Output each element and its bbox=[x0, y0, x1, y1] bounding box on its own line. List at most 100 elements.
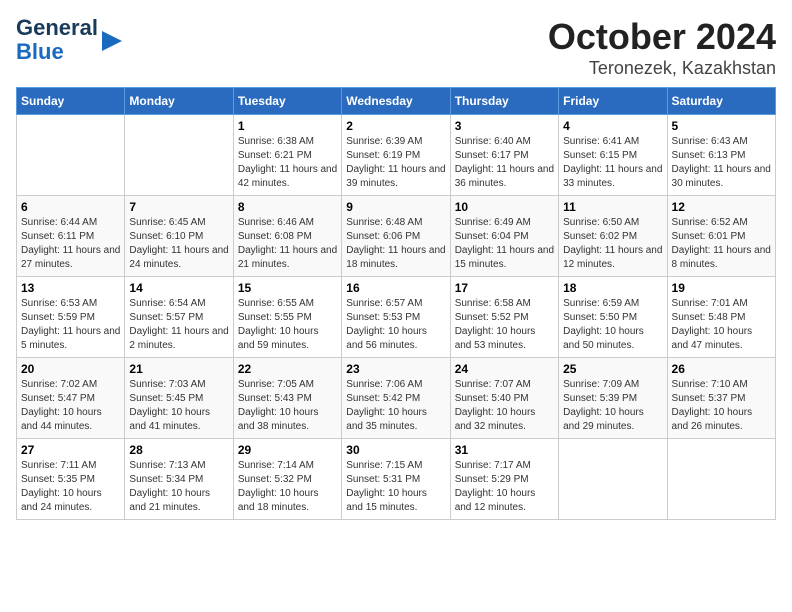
header-thursday: Thursday bbox=[450, 88, 558, 115]
day-info: Sunrise: 6:59 AM Sunset: 5:50 PM Dayligh… bbox=[563, 297, 662, 353]
logo-line1: General bbox=[16, 16, 98, 40]
day-number: 1 bbox=[238, 119, 337, 133]
calendar-week-3: 13 Sunrise: 6:53 AM Sunset: 5:59 PM Dayli… bbox=[17, 277, 776, 358]
calendar-cell bbox=[17, 115, 125, 196]
day-number: 7 bbox=[129, 200, 228, 214]
calendar-cell: 21 Sunrise: 7:03 AM Sunset: 5:45 PM Dayli… bbox=[125, 358, 233, 439]
calendar-cell: 22 Sunrise: 7:05 AM Sunset: 5:43 PM Dayli… bbox=[233, 358, 341, 439]
day-number: 16 bbox=[346, 281, 445, 295]
day-number: 22 bbox=[238, 362, 337, 376]
calendar-cell: 30 Sunrise: 7:15 AM Sunset: 5:31 PM Dayli… bbox=[342, 439, 450, 520]
day-number: 24 bbox=[455, 362, 554, 376]
day-number: 15 bbox=[238, 281, 337, 295]
calendar-cell: 7Sunrise: 6:45 AM Sunset: 6:10 PM Daylig… bbox=[125, 196, 233, 277]
calendar-cell: 1 Sunrise: 6:38 AM Sunset: 6:21 PM Daylig… bbox=[233, 115, 341, 196]
header-monday: Monday bbox=[125, 88, 233, 115]
day-info: Sunrise: 7:03 AM Sunset: 5:45 PM Dayligh… bbox=[129, 378, 228, 434]
day-number: 9 bbox=[346, 200, 445, 214]
day-info: Sunrise: 7:14 AM Sunset: 5:32 PM Dayligh… bbox=[238, 459, 337, 515]
day-number: 6 bbox=[21, 200, 120, 214]
calendar-cell: 20 Sunrise: 7:02 AM Sunset: 5:47 PM Dayli… bbox=[17, 358, 125, 439]
day-info: Sunrise: 7:07 AM Sunset: 5:40 PM Dayligh… bbox=[455, 378, 554, 434]
day-info: Sunrise: 7:09 AM Sunset: 5:39 PM Dayligh… bbox=[563, 378, 662, 434]
day-info: Sunrise: 7:02 AM Sunset: 5:47 PM Dayligh… bbox=[21, 378, 120, 434]
day-info: Sunrise: 7:05 AM Sunset: 5:43 PM Dayligh… bbox=[238, 378, 337, 434]
calendar-cell: 28 Sunrise: 7:13 AM Sunset: 5:34 PM Dayli… bbox=[125, 439, 233, 520]
header-tuesday: Tuesday bbox=[233, 88, 341, 115]
day-number: 31 bbox=[455, 443, 554, 457]
calendar-cell: 3 Sunrise: 6:40 AM Sunset: 6:17 PM Daylig… bbox=[450, 115, 558, 196]
day-number: 17 bbox=[455, 281, 554, 295]
calendar-cell: 2 Sunrise: 6:39 AM Sunset: 6:19 PM Daylig… bbox=[342, 115, 450, 196]
day-info: Sunrise: 6:55 AM Sunset: 5:55 PM Dayligh… bbox=[238, 297, 337, 353]
calendar-cell: 19Sunrise: 7:01 AM Sunset: 5:48 PM Dayli… bbox=[667, 277, 775, 358]
logo-arrow-icon bbox=[102, 31, 122, 51]
calendar-cell: 17 Sunrise: 6:58 AM Sunset: 5:52 PM Dayli… bbox=[450, 277, 558, 358]
day-number: 27 bbox=[21, 443, 120, 457]
day-number: 3 bbox=[455, 119, 554, 133]
day-info: Sunrise: 6:49 AM Sunset: 6:04 PM Dayligh… bbox=[455, 216, 554, 272]
calendar-week-4: 20 Sunrise: 7:02 AM Sunset: 5:47 PM Dayli… bbox=[17, 358, 776, 439]
day-info: Sunrise: 6:39 AM Sunset: 6:19 PM Dayligh… bbox=[346, 135, 445, 191]
calendar-cell: 8 Sunrise: 6:46 AM Sunset: 6:08 PM Daylig… bbox=[233, 196, 341, 277]
calendar-table: SundayMondayTuesdayWednesdayThursdayFrid… bbox=[16, 87, 776, 520]
day-info: Sunrise: 7:10 AM Sunset: 5:37 PM Dayligh… bbox=[672, 378, 771, 434]
day-number: 20 bbox=[21, 362, 120, 376]
calendar-header-row: SundayMondayTuesdayWednesdayThursdayFrid… bbox=[17, 88, 776, 115]
header-sunday: Sunday bbox=[17, 88, 125, 115]
day-number: 21 bbox=[129, 362, 228, 376]
title-block: October 2024 Teronezek, Kazakhstan bbox=[548, 16, 776, 79]
header-saturday: Saturday bbox=[667, 88, 775, 115]
day-info: Sunrise: 6:53 AM Sunset: 5:59 PM Dayligh… bbox=[21, 297, 120, 353]
day-info: Sunrise: 7:01 AM Sunset: 5:48 PM Dayligh… bbox=[672, 297, 771, 353]
day-number: 4 bbox=[563, 119, 662, 133]
day-number: 29 bbox=[238, 443, 337, 457]
calendar-week-5: 27Sunrise: 7:11 AM Sunset: 5:35 PM Dayli… bbox=[17, 439, 776, 520]
calendar-cell bbox=[667, 439, 775, 520]
day-info: Sunrise: 6:58 AM Sunset: 5:52 PM Dayligh… bbox=[455, 297, 554, 353]
calendar-week-1: 1 Sunrise: 6:38 AM Sunset: 6:21 PM Daylig… bbox=[17, 115, 776, 196]
calendar-cell: 15 Sunrise: 6:55 AM Sunset: 5:55 PM Dayli… bbox=[233, 277, 341, 358]
day-number: 14 bbox=[129, 281, 228, 295]
day-info: Sunrise: 6:43 AM Sunset: 6:13 PM Dayligh… bbox=[672, 135, 771, 191]
day-number: 10 bbox=[455, 200, 554, 214]
calendar-cell: 4 Sunrise: 6:41 AM Sunset: 6:15 PM Daylig… bbox=[559, 115, 667, 196]
day-number: 11 bbox=[563, 200, 662, 214]
day-number: 18 bbox=[563, 281, 662, 295]
calendar-cell: 31Sunrise: 7:17 AM Sunset: 5:29 PM Dayli… bbox=[450, 439, 558, 520]
logo-line2: Blue bbox=[16, 40, 98, 64]
day-number: 28 bbox=[129, 443, 228, 457]
calendar-week-2: 6Sunrise: 6:44 AM Sunset: 6:11 PM Daylig… bbox=[17, 196, 776, 277]
header-wednesday: Wednesday bbox=[342, 88, 450, 115]
calendar-cell bbox=[559, 439, 667, 520]
day-info: Sunrise: 6:41 AM Sunset: 6:15 PM Dayligh… bbox=[563, 135, 662, 191]
day-info: Sunrise: 6:48 AM Sunset: 6:06 PM Dayligh… bbox=[346, 216, 445, 272]
calendar-cell: 12Sunrise: 6:52 AM Sunset: 6:01 PM Dayli… bbox=[667, 196, 775, 277]
day-info: Sunrise: 6:57 AM Sunset: 5:53 PM Dayligh… bbox=[346, 297, 445, 353]
logo: General Blue bbox=[16, 16, 122, 64]
day-info: Sunrise: 6:38 AM Sunset: 6:21 PM Dayligh… bbox=[238, 135, 337, 191]
day-info: Sunrise: 7:15 AM Sunset: 5:31 PM Dayligh… bbox=[346, 459, 445, 515]
page-title: October 2024 bbox=[548, 16, 776, 58]
calendar-cell: 29 Sunrise: 7:14 AM Sunset: 5:32 PM Dayli… bbox=[233, 439, 341, 520]
page-subtitle: Teronezek, Kazakhstan bbox=[548, 58, 776, 79]
day-number: 26 bbox=[672, 362, 771, 376]
calendar-cell: 5 Sunrise: 6:43 AM Sunset: 6:13 PM Daylig… bbox=[667, 115, 775, 196]
day-number: 2 bbox=[346, 119, 445, 133]
day-info: Sunrise: 7:13 AM Sunset: 5:34 PM Dayligh… bbox=[129, 459, 228, 515]
page-header: General Blue October 2024 Teronezek, Kaz… bbox=[16, 16, 776, 79]
day-info: Sunrise: 7:06 AM Sunset: 5:42 PM Dayligh… bbox=[346, 378, 445, 434]
calendar-cell: 11 Sunrise: 6:50 AM Sunset: 6:02 PM Dayli… bbox=[559, 196, 667, 277]
calendar-cell: 10 Sunrise: 6:49 AM Sunset: 6:04 PM Dayli… bbox=[450, 196, 558, 277]
calendar-cell: 16 Sunrise: 6:57 AM Sunset: 5:53 PM Dayli… bbox=[342, 277, 450, 358]
day-info: Sunrise: 6:50 AM Sunset: 6:02 PM Dayligh… bbox=[563, 216, 662, 272]
day-number: 13 bbox=[21, 281, 120, 295]
calendar-cell: 23Sunrise: 7:06 AM Sunset: 5:42 PM Dayli… bbox=[342, 358, 450, 439]
day-number: 30 bbox=[346, 443, 445, 457]
day-info: Sunrise: 6:40 AM Sunset: 6:17 PM Dayligh… bbox=[455, 135, 554, 191]
day-number: 5 bbox=[672, 119, 771, 133]
header-friday: Friday bbox=[559, 88, 667, 115]
day-number: 8 bbox=[238, 200, 337, 214]
calendar-cell: 14Sunrise: 6:54 AM Sunset: 5:57 PM Dayli… bbox=[125, 277, 233, 358]
day-info: Sunrise: 6:46 AM Sunset: 6:08 PM Dayligh… bbox=[238, 216, 337, 272]
